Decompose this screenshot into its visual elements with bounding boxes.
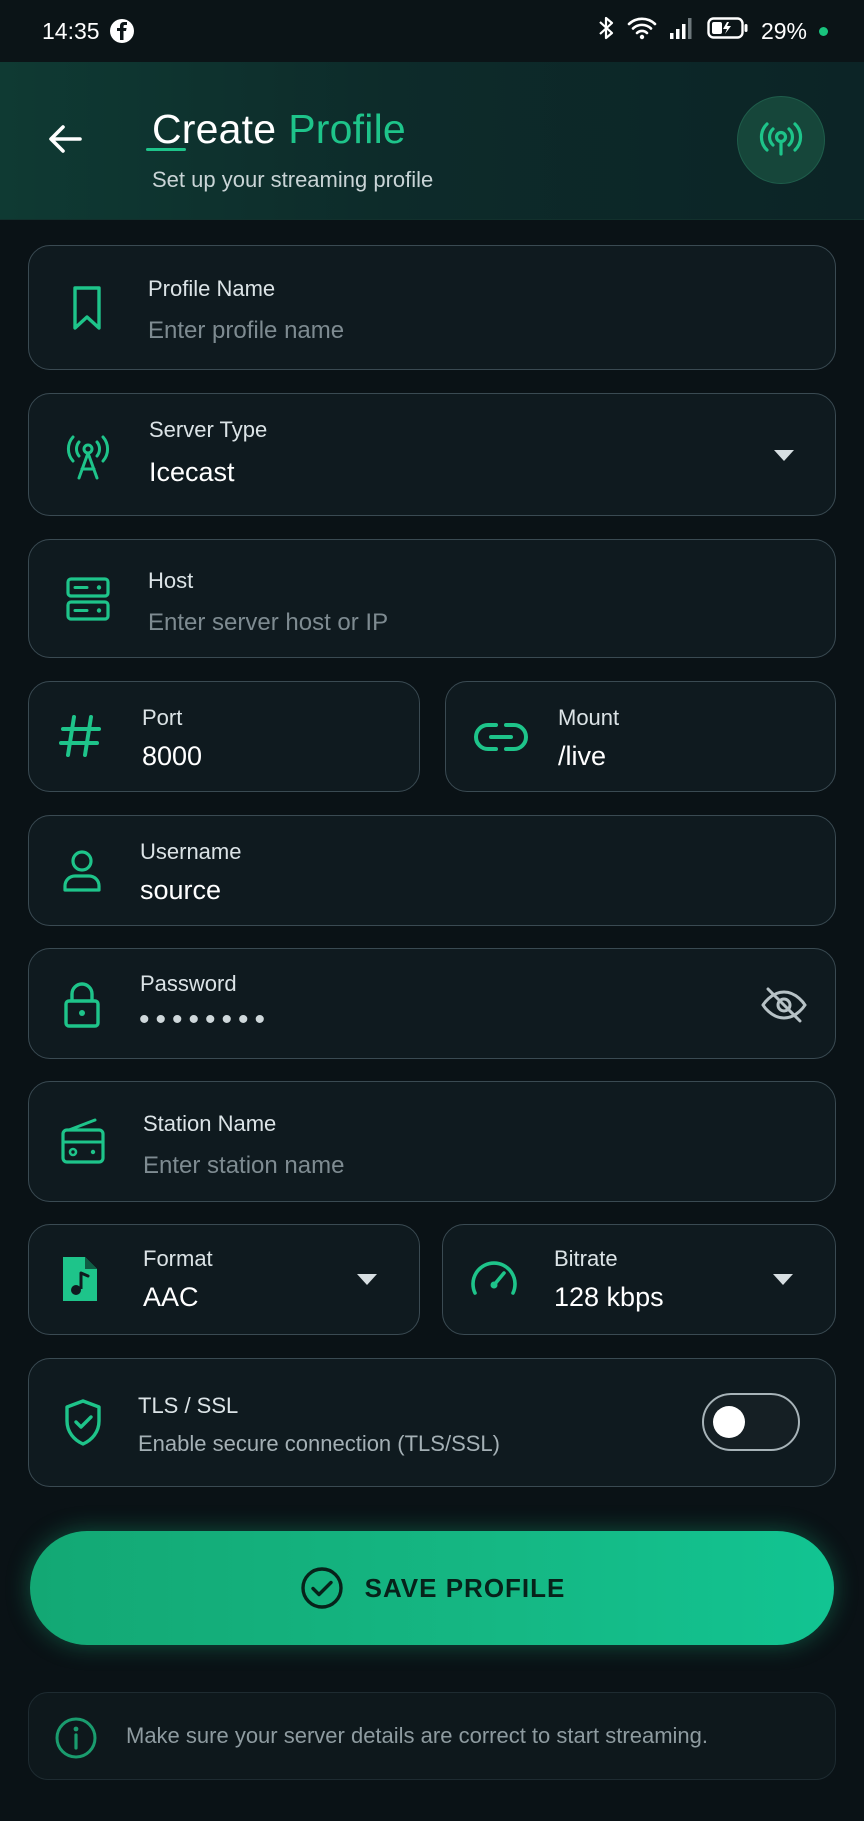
antenna-icon	[66, 435, 110, 480]
broadcast-badge	[737, 96, 825, 184]
format-label: Format	[143, 1246, 213, 1271]
shield-check-icon	[65, 1399, 101, 1446]
password-value: ••••••••	[139, 1003, 272, 1036]
page-title-word-1: Create	[152, 106, 277, 152]
speedometer-icon	[471, 1261, 517, 1295]
link-icon	[474, 723, 528, 751]
toggle-knob	[713, 1406, 745, 1438]
signal-icon	[669, 16, 695, 46]
check-circle-icon	[300, 1567, 343, 1609]
user-icon	[63, 850, 101, 892]
bitrate-value: 128 kbps	[554, 1282, 664, 1312]
password-label: Password	[140, 971, 237, 996]
bitrate-select[interactable]: Bitrate 128 kbps	[442, 1224, 836, 1335]
profile-name-field[interactable]: Profile Name Enter profile name	[28, 245, 836, 370]
page-title-word-2: Profile	[288, 106, 406, 152]
username-value: source	[140, 875, 222, 905]
status-time: 14:35	[42, 17, 100, 44]
chevron-down-icon	[357, 1274, 377, 1285]
server-type-value: Icecast	[149, 457, 235, 487]
chevron-down-icon	[774, 450, 794, 461]
station-name-field[interactable]: Station Name Enter station name	[28, 1081, 836, 1202]
format-value: AAC	[143, 1282, 199, 1312]
battery-icon	[707, 16, 749, 46]
bookmark-icon	[73, 286, 101, 330]
format-select[interactable]: Format AAC	[28, 1224, 420, 1335]
profile-name-placeholder: Enter profile name	[148, 317, 345, 344]
port-label: Port	[142, 705, 183, 730]
lock-icon	[64, 982, 100, 1028]
status-bar: 14:35 29%	[0, 0, 864, 62]
battery-percentage: 29%	[760, 17, 807, 44]
bitrate-label: Bitrate	[554, 1246, 618, 1271]
save-profile-label: SAVE PROFILE	[364, 1572, 566, 1603]
eye-off-icon[interactable]	[760, 985, 808, 1025]
info-icon	[55, 1717, 97, 1759]
server-type-select[interactable]: Server Type Icecast	[28, 393, 836, 516]
tls-ssl-setting: TLS / SSL Enable secure connection (TLS/…	[28, 1358, 836, 1487]
info-note: Make sure your server details are correc…	[28, 1692, 836, 1780]
arrow-left-icon	[49, 125, 82, 153]
radio-icon	[61, 1118, 105, 1164]
username-field[interactable]: Username source	[28, 815, 836, 926]
profile-name-label: Profile Name	[148, 276, 276, 301]
port-field[interactable]: Port 8000	[28, 681, 420, 792]
bluetooth-icon	[597, 15, 615, 47]
privacy-indicator-dot	[819, 26, 828, 36]
username-label: Username	[140, 839, 242, 864]
host-placeholder: Enter server host or IP	[148, 609, 389, 636]
facebook-icon	[109, 19, 134, 43]
host-field[interactable]: Host Enter server host or IP	[28, 539, 836, 658]
tls-ssl-description: Enable secure connection (TLS/SSL)	[138, 1431, 500, 1456]
back-button[interactable]	[40, 114, 90, 164]
chevron-down-icon	[773, 1274, 793, 1285]
app-header: Create Profile Set up your streaming pro…	[0, 62, 864, 220]
wifi-icon	[627, 16, 657, 46]
page-title-block: Create Profile Set up your streaming pro…	[146, 106, 434, 193]
broadcast-icon	[759, 122, 803, 156]
audio-file-icon	[63, 1257, 97, 1301]
save-profile-button[interactable]: SAVE PROFILE	[30, 1531, 834, 1645]
station-name-placeholder: Enter station name	[143, 1152, 345, 1179]
host-label: Host	[148, 568, 194, 593]
tls-ssl-toggle[interactable]	[702, 1393, 800, 1451]
hash-icon	[59, 715, 101, 757]
server-type-label: Server Type	[149, 417, 268, 442]
mount-field[interactable]: Mount /live	[445, 681, 836, 792]
server-icon	[66, 577, 110, 621]
mount-value: /live	[558, 741, 607, 771]
info-text: Make sure your server details are correc…	[126, 1723, 708, 1748]
page-subtitle: Set up your streaming profile	[152, 167, 434, 192]
station-name-label: Station Name	[143, 1111, 277, 1136]
tls-ssl-label: TLS / SSL	[138, 1393, 239, 1418]
title-underline	[146, 148, 186, 151]
password-field[interactable]: Password ••••••••	[28, 948, 836, 1059]
mount-label: Mount	[558, 705, 620, 730]
page-title: Create Profile	[152, 106, 433, 153]
port-value: 8000	[142, 741, 203, 771]
